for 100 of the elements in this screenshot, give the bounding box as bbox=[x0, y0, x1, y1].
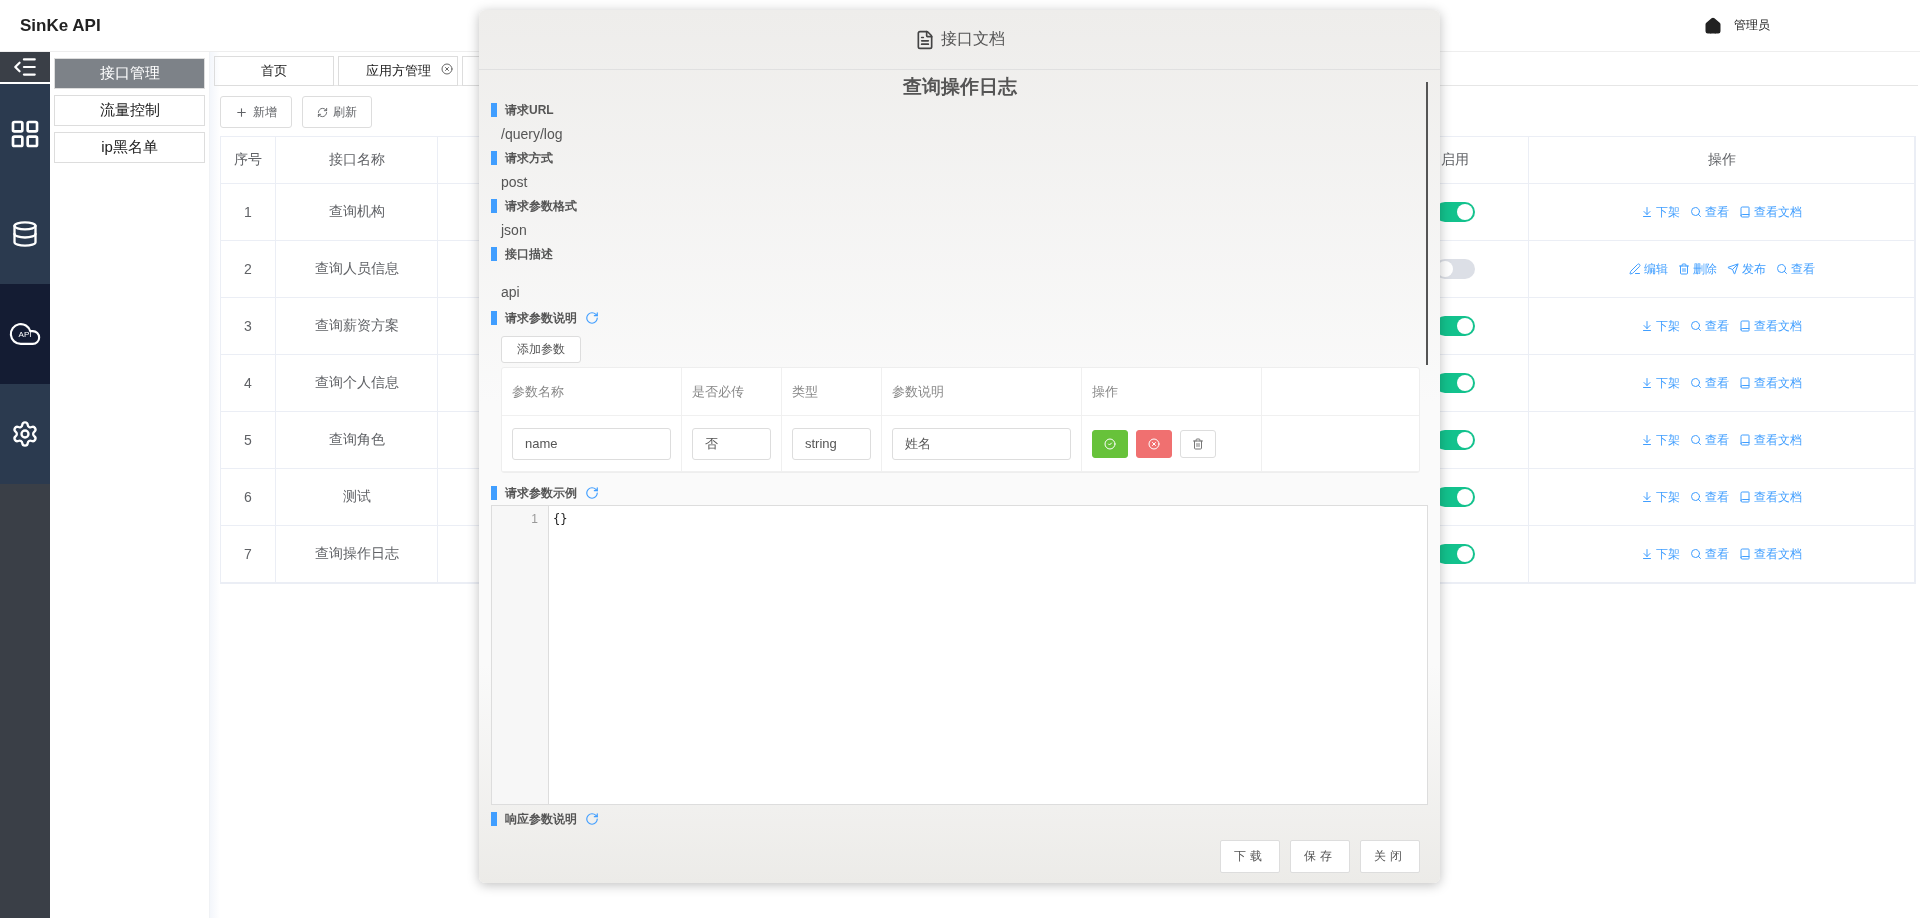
table-cell: 5 bbox=[244, 432, 252, 448]
plus-icon bbox=[235, 105, 248, 119]
close-icon[interactable] bbox=[441, 63, 453, 75]
action-link[interactable]: 查看 bbox=[1690, 374, 1729, 392]
column-header: 是否必传 bbox=[692, 382, 744, 401]
sidebar-item[interactable] bbox=[0, 184, 50, 284]
action-link[interactable]: 编辑 bbox=[1628, 260, 1668, 278]
search-icon bbox=[1690, 548, 1702, 560]
action-link[interactable]: 下架 bbox=[1641, 431, 1680, 449]
footer-button[interactable]: 关闭 bbox=[1360, 840, 1420, 873]
name-field[interactable]: name bbox=[512, 427, 671, 460]
refresh-icon[interactable] bbox=[585, 812, 599, 826]
action-link[interactable]: 查看 bbox=[1690, 545, 1729, 563]
table-cell: 1 bbox=[244, 204, 252, 220]
type-field[interactable]: string bbox=[792, 427, 871, 460]
action-link[interactable]: 下架 bbox=[1641, 545, 1680, 563]
action-link[interactable]: 查看文档 bbox=[1739, 317, 1802, 335]
check-icon bbox=[1104, 437, 1116, 450]
section-marker bbox=[491, 311, 497, 325]
action-link[interactable]: 查看 bbox=[1690, 431, 1729, 449]
action-link[interactable]: 查看文档 bbox=[1739, 488, 1802, 506]
section-marker bbox=[491, 199, 497, 213]
menu-item[interactable]: 接口管理 bbox=[54, 58, 205, 89]
action-link[interactable]: 查看文档 bbox=[1739, 374, 1802, 392]
section-value: api bbox=[500, 283, 521, 302]
sidebar-item[interactable] bbox=[0, 84, 50, 184]
download-icon bbox=[1641, 377, 1653, 389]
description-field[interactable]: 姓名 bbox=[892, 427, 1071, 460]
table-cell: 3 bbox=[244, 318, 252, 334]
scrollbar[interactable] bbox=[1426, 82, 1428, 365]
table-cell: 查询个人信息 bbox=[314, 374, 399, 392]
menu-item[interactable]: 流量控制 bbox=[54, 95, 205, 126]
action-link[interactable]: 删除 bbox=[1677, 260, 1717, 278]
refresh-icon bbox=[317, 106, 328, 118]
download-icon bbox=[1641, 548, 1653, 560]
book-icon bbox=[1739, 491, 1751, 503]
line-number: 1 bbox=[530, 512, 538, 528]
section-title: 请求方式 bbox=[505, 149, 553, 167]
section-title: 请求参数示例 bbox=[505, 484, 577, 502]
action-link[interactable]: 发布 bbox=[1726, 260, 1766, 278]
action-link[interactable]: 查看 bbox=[1690, 488, 1729, 506]
table-cell: 查询机构 bbox=[328, 203, 385, 221]
api-heading: 查询操作日志 bbox=[901, 75, 1018, 99]
table-cell: 7 bbox=[244, 546, 252, 562]
footer-button[interactable]: 保存 bbox=[1290, 840, 1350, 873]
action-link[interactable]: 查看 bbox=[1690, 203, 1729, 221]
column-header: 接口名称 bbox=[328, 151, 385, 169]
download-icon bbox=[1641, 320, 1653, 332]
action-link[interactable]: 查看 bbox=[1690, 317, 1729, 335]
action-link[interactable]: 下架 bbox=[1641, 203, 1680, 221]
download-icon bbox=[1641, 206, 1653, 218]
action-link[interactable]: 查看文档 bbox=[1739, 545, 1802, 563]
delete-button[interactable] bbox=[1180, 429, 1216, 458]
sidebar-item[interactable]: API bbox=[0, 284, 50, 384]
action-link[interactable]: 下架 bbox=[1641, 374, 1680, 392]
book-icon bbox=[1739, 548, 1751, 560]
add-button[interactable]: 新增 bbox=[220, 96, 292, 128]
book-icon bbox=[1739, 206, 1751, 218]
close-icon bbox=[1148, 437, 1160, 450]
grid-icon[interactable] bbox=[9, 118, 41, 150]
action-link[interactable]: 查看文档 bbox=[1739, 203, 1802, 221]
menu-item[interactable]: ip黑名单 bbox=[54, 132, 205, 163]
search-icon bbox=[1690, 377, 1702, 389]
table-cell: 6 bbox=[244, 489, 252, 505]
refresh-button[interactable]: 刷新 bbox=[302, 96, 372, 128]
required-field[interactable]: 否 bbox=[692, 427, 771, 460]
settings-icon[interactable] bbox=[11, 420, 39, 448]
cancel-button[interactable] bbox=[1136, 429, 1172, 458]
pen-icon bbox=[1628, 263, 1641, 275]
section-title: 请求URL bbox=[505, 101, 554, 119]
sidebar-item[interactable] bbox=[0, 384, 50, 484]
tab[interactable]: 首页 bbox=[214, 56, 334, 86]
refresh-icon[interactable] bbox=[585, 486, 599, 500]
action-link[interactable]: 下架 bbox=[1641, 317, 1680, 335]
trash-icon bbox=[1677, 263, 1690, 275]
table-cell: 查询人员信息 bbox=[314, 260, 399, 278]
home-icon[interactable] bbox=[1704, 16, 1722, 35]
table-cell: 2 bbox=[244, 261, 252, 277]
table-cell: 4 bbox=[244, 375, 252, 391]
dialog-title: 接口文档 bbox=[940, 29, 1005, 49]
footer-button[interactable]: 下载 bbox=[1220, 840, 1280, 873]
table-cell: 查询操作日志 bbox=[314, 545, 399, 563]
action-link[interactable]: 下架 bbox=[1641, 488, 1680, 506]
confirm-button[interactable] bbox=[1092, 429, 1128, 458]
column-header: 参数名称 bbox=[512, 382, 564, 401]
column-header: 启用 bbox=[1440, 151, 1469, 169]
database-icon[interactable] bbox=[11, 220, 39, 248]
user-name[interactable]: 管理员 bbox=[1734, 17, 1770, 34]
code-editor[interactable]: 1 {} bbox=[491, 505, 1428, 805]
action-link[interactable]: 查看文档 bbox=[1739, 431, 1802, 449]
search-icon bbox=[1775, 263, 1788, 275]
tab[interactable]: 应用方管理 bbox=[338, 56, 458, 86]
table-cell: 查询角色 bbox=[328, 431, 385, 449]
section-value: post bbox=[500, 173, 529, 192]
column-header: 参数说明 bbox=[892, 382, 944, 401]
action-link[interactable]: 查看 bbox=[1775, 260, 1815, 278]
add-parameter-button[interactable]: 添加参数 bbox=[501, 336, 581, 363]
column-header: 类型 bbox=[792, 382, 818, 401]
section-title: 接口描述 bbox=[505, 245, 553, 263]
refresh-icon[interactable] bbox=[585, 311, 599, 325]
